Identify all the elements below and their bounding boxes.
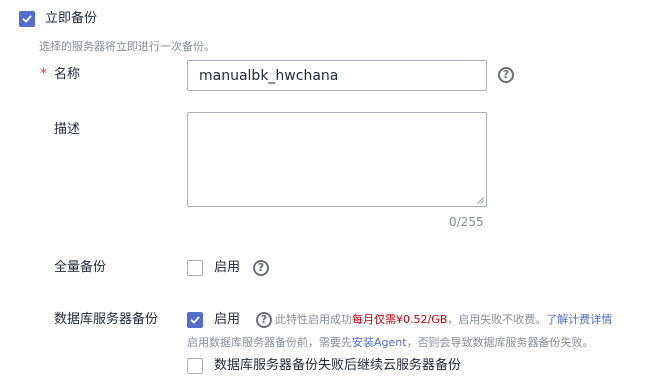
db-backup-note: 此特性启用成功每月仅需¥0.52/GB，启用失败不收费。了解计费详情 xyxy=(275,313,612,327)
immediate-backup-label: 立即备份 xyxy=(45,11,98,26)
resize-grip-icon[interactable] xyxy=(477,197,484,204)
description-counter: 0/255 xyxy=(449,215,484,229)
db-backup-agent-note: 启用数据库服务器备份前，需要先安装Agent，否则会导致数据库服务器备份失败。 xyxy=(187,336,594,350)
install-agent-link[interactable]: 安装Agent xyxy=(352,336,407,349)
full-backup-help-icon[interactable]: ? xyxy=(253,260,269,276)
full-backup-label: 全量备份 xyxy=(54,260,107,275)
db-fallback-label: 数据库服务器备份失败后继续云服务器备份 xyxy=(214,358,462,373)
full-backup-checkbox-label: 启用 xyxy=(214,260,241,275)
check-icon xyxy=(22,15,32,23)
name-help-icon[interactable]: ? xyxy=(498,67,514,83)
db-backup-help-icon[interactable]: ? xyxy=(256,312,272,328)
db-backup-note-price: 每月仅需¥0.52/GB xyxy=(352,313,448,326)
db-backup-label: 数据库服务器备份 xyxy=(54,312,159,327)
agent-note-suffix: ，否则会导致数据库服务器备份失败。 xyxy=(406,336,594,349)
db-fallback-checkbox[interactable] xyxy=(187,358,203,374)
db-backup-checkbox[interactable] xyxy=(187,312,203,328)
full-backup-checkbox[interactable] xyxy=(187,260,203,276)
billing-details-link[interactable]: 了解计费详情 xyxy=(546,313,612,326)
db-backup-note-suffix: ，启用失败不收费。 xyxy=(447,313,547,326)
check-icon xyxy=(190,316,200,324)
name-label: 名称 xyxy=(54,67,81,82)
immediate-backup-description: 选择的服务器将立即进行一次备份。 xyxy=(39,40,215,53)
description-label: 描述 xyxy=(54,122,81,137)
db-backup-note-prefix: 此特性启用成功 xyxy=(275,313,352,326)
description-textarea[interactable] xyxy=(187,112,487,207)
name-input[interactable]: manualbk_hwchana xyxy=(187,60,487,91)
immediate-backup-checkbox[interactable] xyxy=(19,11,35,27)
agent-note-prefix: 启用数据库服务器备份前，需要先 xyxy=(187,336,352,349)
name-input-value: manualbk_hwchana xyxy=(199,68,339,84)
db-backup-checkbox-label: 启用 xyxy=(214,312,241,327)
required-mark: * xyxy=(40,66,47,82)
